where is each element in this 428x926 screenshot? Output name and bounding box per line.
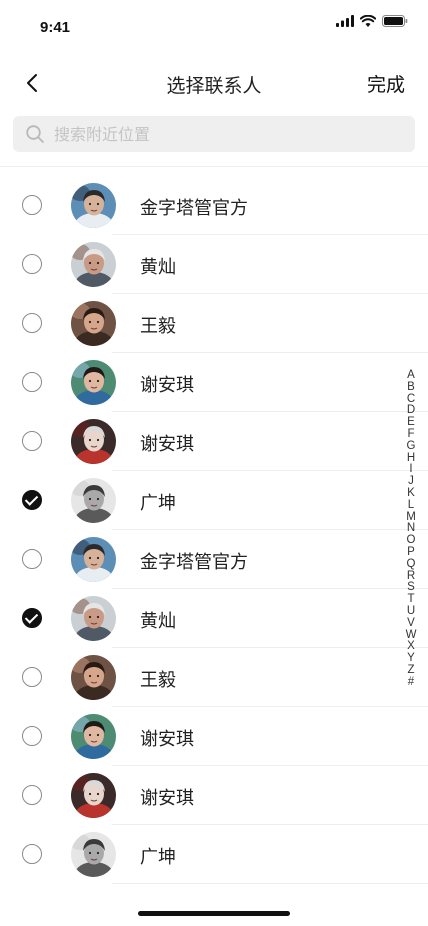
index-letter[interactable]: L	[408, 499, 414, 512]
done-button[interactable]: 完成	[367, 70, 405, 97]
wifi-icon	[360, 15, 376, 27]
contact-name: 谢安琪	[140, 375, 194, 396]
contact-row[interactable]: 黄灿	[0, 235, 428, 294]
contact-row[interactable]: 谢安琪	[0, 766, 428, 825]
search-input[interactable]	[54, 124, 384, 144]
contact-row[interactable]: 金字塔管官方	[0, 176, 428, 235]
status-bar: 9:41	[0, 0, 428, 50]
radio-button[interactable]	[22, 726, 42, 746]
avatar	[71, 242, 116, 287]
page-title: 选择联系人	[166, 75, 262, 97]
search-icon	[26, 125, 44, 143]
contact-name: 黄灿	[140, 257, 176, 278]
radio-button[interactable]	[22, 667, 42, 687]
contact-name: 广坤	[140, 493, 176, 514]
contact-row[interactable]: 王毅	[0, 648, 428, 707]
signal-icon	[336, 15, 354, 27]
contact-row[interactable]: 谢安琪	[0, 412, 428, 471]
status-icons	[336, 15, 408, 27]
divider	[112, 883, 428, 884]
radio-button[interactable]	[22, 195, 42, 215]
radio-button[interactable]	[22, 372, 42, 392]
checked-radio-button[interactable]	[22, 490, 42, 510]
contact-name: 金字塔管官方	[140, 198, 248, 219]
radio-button[interactable]	[22, 785, 42, 805]
alphabet-index[interactable]: A B C D E F G H I J K L M N O P Q R S T U V W X Y Z #	[405, 369, 417, 689]
index-letter[interactable]: G	[407, 440, 416, 453]
contact-row[interactable]: 广坤	[0, 825, 428, 884]
contact-row[interactable]: 黄灿	[0, 589, 428, 648]
contact-list: 金字塔管官方 黄灿 王毅 谢安琪 谢安琪 广坤 金字塔管官方 黄灿 王毅 谢安琪 谢安琪 广坤	[0, 176, 428, 884]
home-indicator	[138, 911, 290, 916]
radio-button[interactable]	[22, 313, 42, 333]
index-letter[interactable]: Q	[407, 558, 416, 571]
radio-button[interactable]	[22, 431, 42, 451]
avatar	[71, 360, 116, 405]
avatar	[71, 301, 116, 346]
divider	[0, 166, 428, 167]
avatar	[71, 773, 116, 818]
avatar	[71, 478, 116, 523]
index-letter[interactable]: P	[407, 546, 415, 559]
navigation-bar: 选择联系人 完成	[0, 60, 428, 106]
radio-button[interactable]	[22, 254, 42, 274]
index-letter[interactable]: Z	[407, 664, 414, 677]
index-letter[interactable]: B	[407, 381, 415, 394]
avatar	[71, 596, 116, 641]
index-letter[interactable]: U	[407, 605, 415, 618]
checked-radio-button[interactable]	[22, 608, 42, 628]
contact-name: 王毅	[140, 316, 176, 337]
index-letter[interactable]: #	[408, 676, 414, 689]
avatar	[71, 714, 116, 759]
contact-row[interactable]: 王毅	[0, 294, 428, 353]
avatar	[71, 419, 116, 464]
contact-row[interactable]: 谢安琪	[0, 707, 428, 766]
index-letter[interactable]: K	[407, 487, 415, 500]
contact-name: 广坤	[140, 847, 176, 868]
contact-row[interactable]: 金字塔管官方	[0, 530, 428, 589]
contact-name: 金字塔管官方	[140, 552, 248, 573]
contact-name: 谢安琪	[140, 434, 194, 455]
index-letter[interactable]: V	[407, 617, 415, 630]
battery-icon	[382, 15, 408, 27]
radio-button[interactable]	[22, 844, 42, 864]
contact-name: 谢安琪	[140, 788, 194, 809]
avatar	[71, 537, 116, 582]
avatar	[71, 183, 116, 228]
search-bar[interactable]	[13, 116, 415, 152]
contact-name: 黄灿	[140, 611, 176, 632]
contact-name: 王毅	[140, 670, 176, 691]
avatar	[71, 655, 116, 700]
contact-row[interactable]: 广坤	[0, 471, 428, 530]
contact-name: 谢安琪	[140, 729, 194, 750]
contact-row[interactable]: 谢安琪	[0, 353, 428, 412]
avatar	[71, 832, 116, 877]
index-letter[interactable]: F	[407, 428, 414, 441]
radio-button[interactable]	[22, 549, 42, 569]
status-time: 9:41	[40, 19, 71, 36]
